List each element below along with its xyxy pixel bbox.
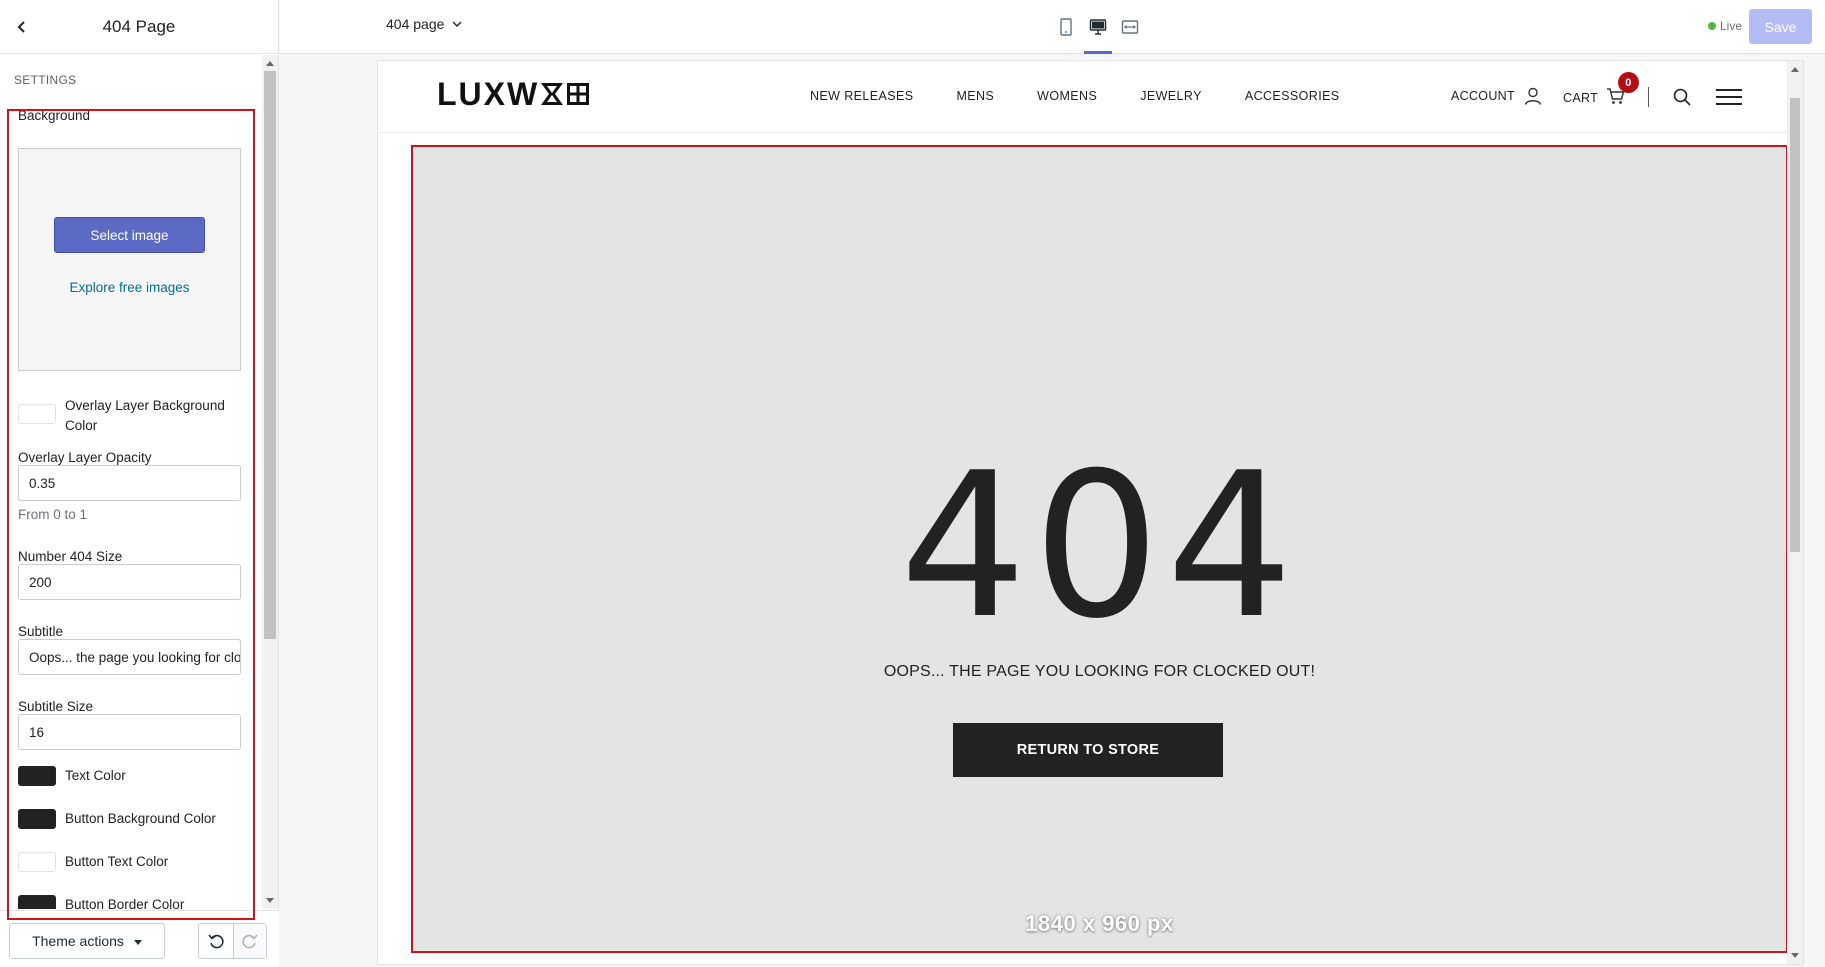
main-nav: NEW RELEASES MENS WOMENS JEWELRY ACCESSO… <box>810 89 1383 103</box>
sidebar-header: 404 Page <box>0 0 278 54</box>
settings-panel: SETTINGS Background Select image Explore… <box>0 55 279 909</box>
live-label: Live <box>1720 19 1743 33</box>
save-button[interactable]: Save <box>1749 9 1812 44</box>
button-border-setting: Button Border Color <box>18 895 184 909</box>
page-selector-label: 404 page <box>386 16 445 32</box>
cart-link[interactable]: CART 0 <box>1563 72 1640 109</box>
cart-icon-wrap: 0 <box>1606 72 1640 109</box>
sidebar-scrollbar[interactable] <box>262 55 278 909</box>
opacity-label: Overlay Layer Opacity <box>18 450 152 465</box>
desktop-icon <box>1089 19 1107 35</box>
undo-icon <box>208 934 224 949</box>
live-dot-icon <box>1708 22 1716 30</box>
search-icon <box>1673 88 1691 106</box>
mobile-icon <box>1060 18 1072 36</box>
button-border-label: Button Border Color <box>65 897 185 909</box>
live-status: Live <box>1708 19 1742 33</box>
store-header: LUXW NEW RELEASES MENS WOMENS JEWELRY AC… <box>378 61 1803 133</box>
opacity-input[interactable]: 0.35 <box>18 465 241 501</box>
redo-icon <box>242 934 258 949</box>
overlay-color-swatch[interactable] <box>18 404 56 424</box>
search-button[interactable] <box>1672 87 1692 112</box>
viewport-switcher <box>1050 14 1146 54</box>
theme-actions-label: Theme actions <box>32 933 124 949</box>
subtitle-size-label: Subtitle Size <box>18 699 94 714</box>
scroll-up-arrow-icon[interactable] <box>266 61 274 66</box>
undo-redo-group <box>198 923 267 959</box>
nav-item-womens[interactable]: WOMENS <box>1037 89 1097 103</box>
preview-scroll-down-icon[interactable] <box>1791 953 1799 958</box>
scroll-down-arrow-icon[interactable] <box>266 898 274 903</box>
theme-editor-sidebar: 404 Page SETTINGS Background Select imag… <box>0 0 279 967</box>
logo-mark-icon <box>541 83 590 105</box>
error-subtitle: OOPS... THE PAGE YOU LOOKING FOR CLOCKED… <box>883 663 1316 680</box>
cart-label: CART <box>1563 90 1599 105</box>
store-preview: LUXW NEW RELEASES MENS WOMENS JEWELRY AC… <box>378 61 1803 964</box>
hamburger-menu-icon <box>1716 89 1742 105</box>
editor-topbar: 404 page Live Save <box>280 0 1825 54</box>
number-size-label: Number 404 Size <box>18 549 123 564</box>
section-label: SETTINGS <box>14 73 77 87</box>
text-color-setting: Text Color <box>18 766 126 786</box>
menu-button[interactable] <box>1715 88 1743 111</box>
dimensions-overlay: 1840 x 960 px <box>1025 911 1174 936</box>
undo-button[interactable] <box>199 924 233 958</box>
text-color-swatch[interactable] <box>18 766 56 786</box>
button-border-swatch[interactable] <box>18 895 56 909</box>
nav-item-accessories[interactable]: ACCESSORIES <box>1245 89 1340 103</box>
background-label: Background <box>18 108 91 123</box>
overlay-color-setting: Overlay Layer Background Color <box>18 396 235 436</box>
subtitle-input[interactable]: Oops... the page you looking for clocked… <box>18 639 241 675</box>
caret-down-icon <box>133 940 142 945</box>
button-text-color-swatch[interactable] <box>18 852 56 872</box>
404-section[interactable]: 404 OOPS... THE PAGE YOU LOOKING FOR CLO… <box>411 145 1788 953</box>
background-image-picker: Select image Explore free images <box>18 148 241 371</box>
button-bg-setting: Button Background Color <box>18 809 216 829</box>
button-bg-swatch[interactable] <box>18 809 56 829</box>
theme-actions-button[interactable]: Theme actions <box>9 923 165 959</box>
preview-scrollbar-thumb[interactable] <box>1790 98 1800 552</box>
select-image-button[interactable]: Select image <box>54 217 205 253</box>
fullwidth-icon <box>1121 20 1139 34</box>
subtitle-size-input[interactable]: 16 <box>18 714 241 750</box>
sidebar-footer: Theme actions <box>0 910 279 967</box>
error-number: 404 <box>899 430 1300 663</box>
sidebar-title: 404 Page <box>102 16 176 36</box>
account-link[interactable]: ACCOUNT <box>1451 86 1543 106</box>
nav-item-jewelry[interactable]: JEWELRY <box>1140 89 1202 103</box>
preview-scrollbar[interactable] <box>1787 61 1803 964</box>
subtitle-label: Subtitle <box>18 624 64 639</box>
fullwidth-view-button[interactable] <box>1114 14 1146 40</box>
user-icon <box>1524 87 1542 105</box>
desktop-view-button[interactable] <box>1082 14 1114 54</box>
text-color-label: Text Color <box>65 768 126 783</box>
nav-item-mens[interactable]: MENS <box>956 89 994 103</box>
scrollbar-thumb[interactable] <box>264 71 276 639</box>
preview-scroll-up-icon[interactable] <box>1791 67 1799 72</box>
number-size-input[interactable]: 200 <box>18 564 241 600</box>
account-label: ACCOUNT <box>1451 89 1515 103</box>
page-selector[interactable]: 404 page <box>386 16 462 32</box>
cart-count-badge: 0 <box>1618 72 1640 93</box>
button-text-color-setting: Button Text Color <box>18 852 168 872</box>
chevron-down-icon <box>452 21 462 27</box>
store-logo[interactable]: LUXW <box>437 78 592 110</box>
mobile-view-button[interactable] <box>1050 14 1082 40</box>
return-to-store-button[interactable]: RETURN TO STORE <box>953 723 1223 777</box>
logo-text: LUXW <box>437 76 540 112</box>
chevron-left-icon <box>17 21 25 33</box>
header-divider <box>1648 87 1649 107</box>
explore-free-images-link[interactable]: Explore free images <box>19 280 240 295</box>
overlay-color-label: Overlay Layer Background Color <box>65 398 225 433</box>
back-button[interactable] <box>10 15 34 39</box>
nav-item-new-releases[interactable]: NEW RELEASES <box>810 89 913 103</box>
redo-button[interactable] <box>232 924 266 958</box>
button-bg-label: Button Background Color <box>65 811 216 826</box>
opacity-hint: From 0 to 1 <box>18 507 88 522</box>
button-text-color-label: Button Text Color <box>65 854 169 869</box>
